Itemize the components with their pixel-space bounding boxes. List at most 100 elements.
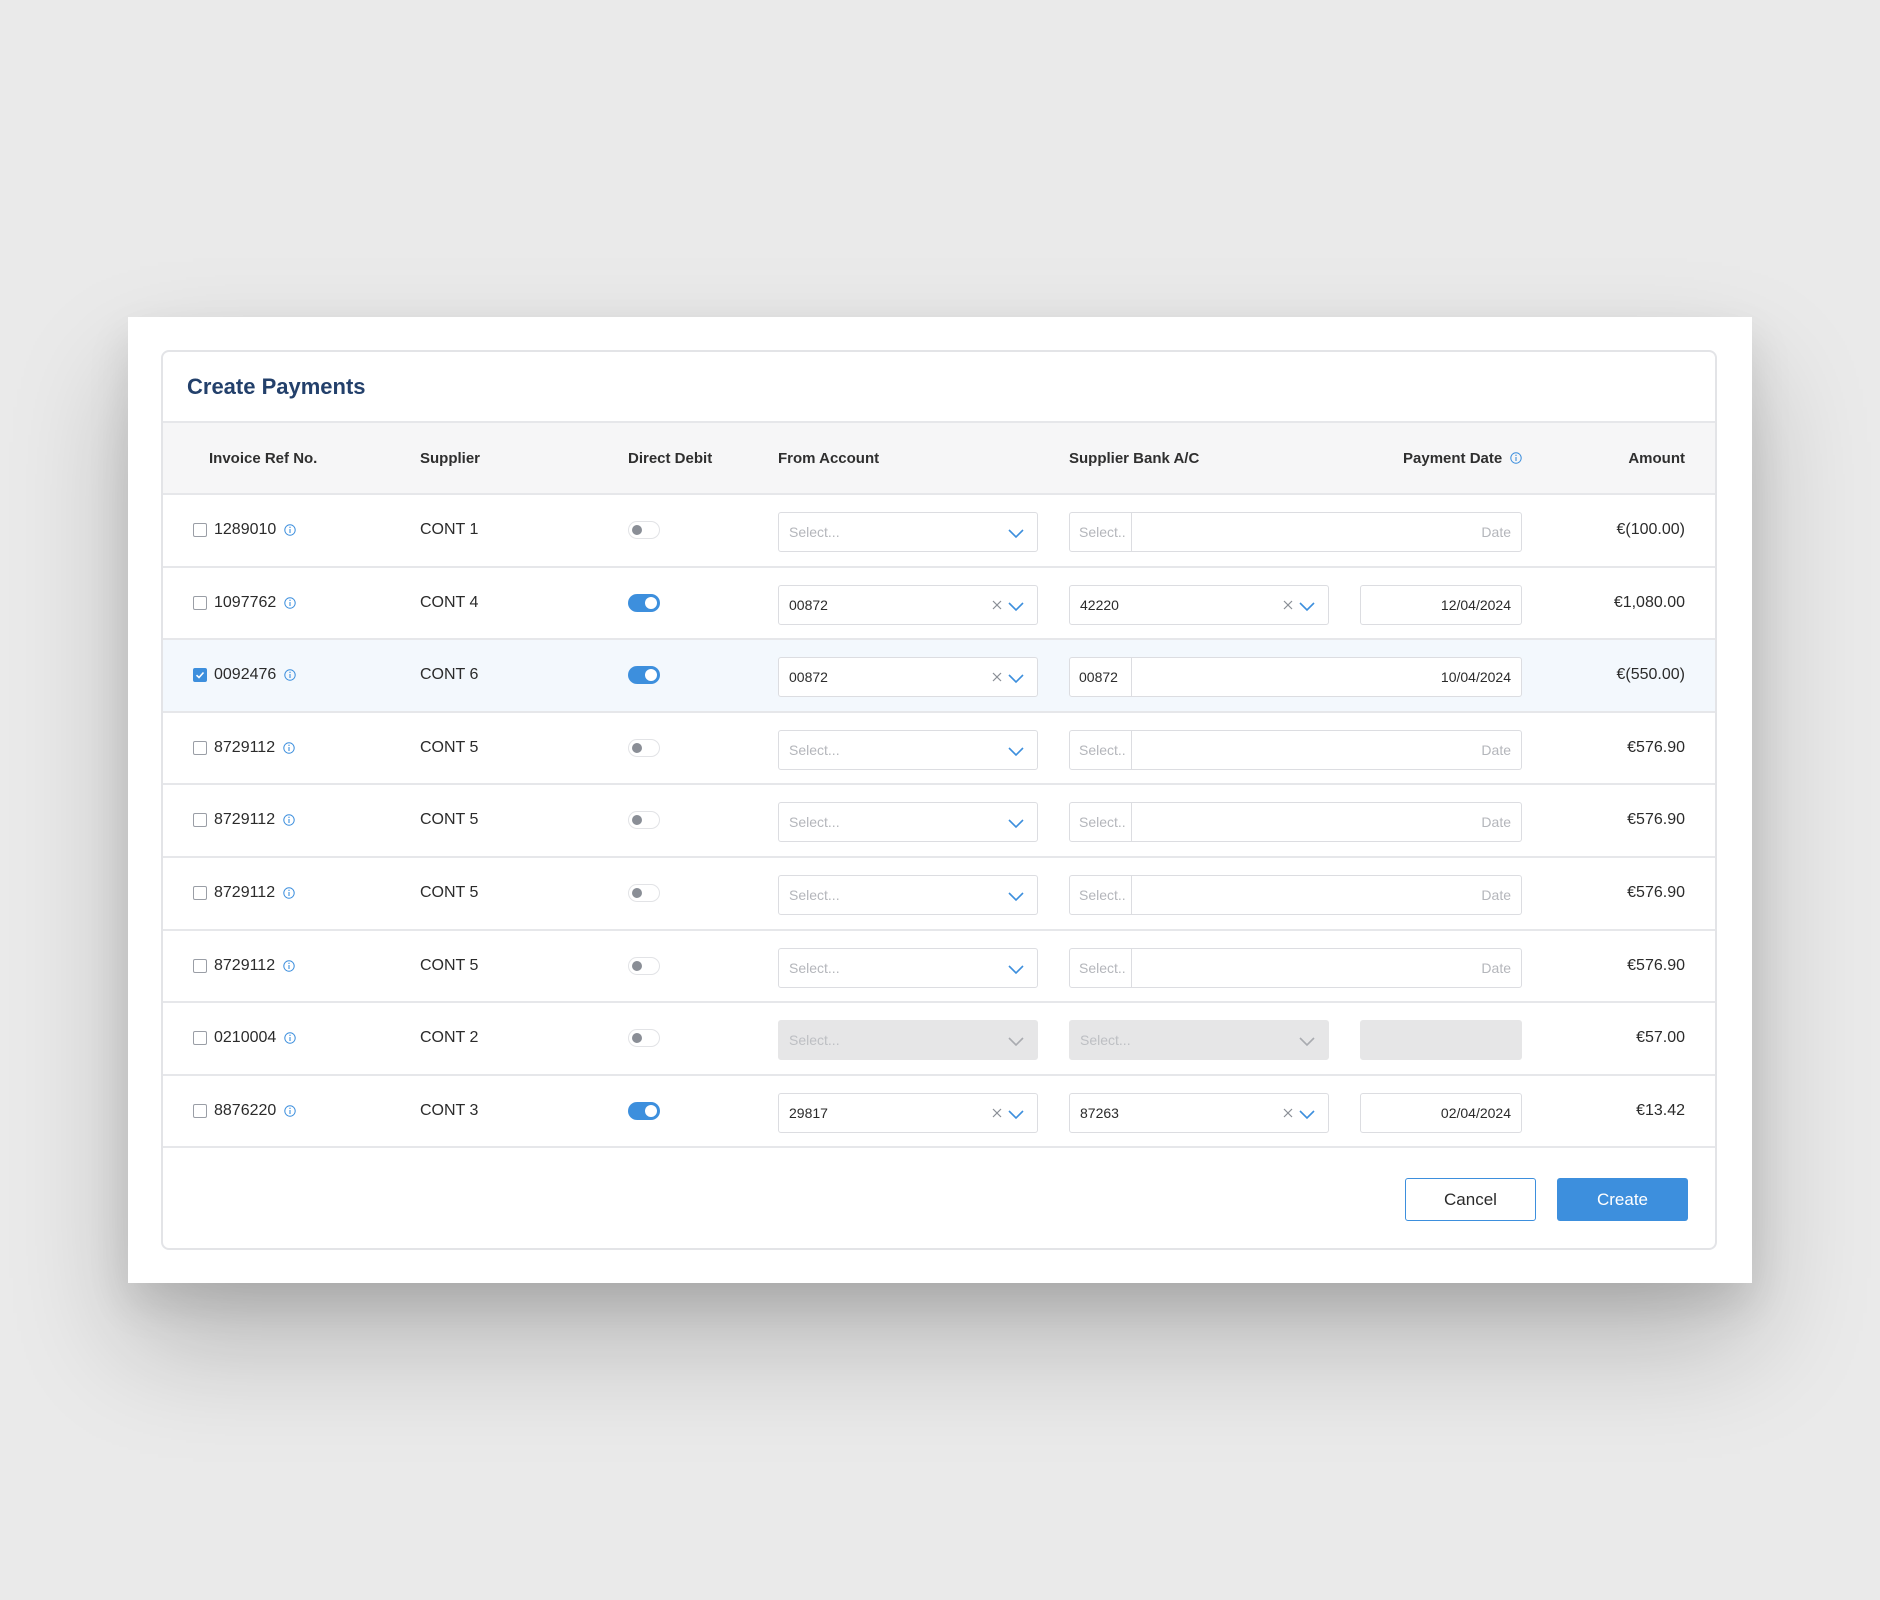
direct-debit-toggle[interactable]	[628, 593, 660, 612]
info-circle-icon[interactable]	[283, 959, 295, 972]
supplier-name: CONT 5	[420, 811, 479, 829]
info-circle-icon[interactable]	[284, 1032, 296, 1044]
supplier-name: CONT 3	[420, 1101, 479, 1119]
supplier-bank-select[interactable]: Select..	[1070, 730, 1132, 769]
chevron-down-icon[interactable]	[1007, 744, 1025, 756]
from-account-select[interactable]: 00872	[778, 657, 1038, 698]
table-body: 1289010 CONT 1 Select... Select.. Date €(100.…	[163, 495, 1715, 1149]
payment-date-input[interactable]: Date	[1132, 731, 1521, 769]
supplier-bank-select[interactable]: Select..	[1070, 948, 1132, 987]
direct-debit-toggle[interactable]	[628, 521, 660, 539]
from-account-value: 00872	[789, 596, 828, 613]
payment-date-input[interactable]: Date	[1132, 803, 1521, 841]
row-checkbox[interactable]	[193, 740, 207, 755]
chevron-down-icon[interactable]	[1007, 816, 1025, 829]
chevron-down-icon[interactable]	[1298, 599, 1316, 611]
direct-debit-cell	[628, 495, 660, 565]
from-account-select[interactable]: Select...	[778, 874, 1038, 915]
row-checkbox[interactable]	[193, 1103, 207, 1118]
chevron-down-icon[interactable]	[1298, 1107, 1316, 1119]
amount-value: €(100.00)	[1616, 521, 1686, 538]
chevron-down-icon[interactable]	[1007, 671, 1025, 684]
table-row: 8729112 CONT 5 Select... Select.. Date €576.9…	[163, 713, 1715, 786]
payment-date-input[interactable]: Date	[1132, 949, 1521, 987]
info-circle-icon[interactable]	[283, 814, 295, 827]
payment-date-input[interactable]: 12/04/2024	[1360, 584, 1522, 625]
toggle-knob	[632, 960, 642, 971]
row-checkbox[interactable]	[193, 813, 207, 828]
col-invoice-ref: Invoice Ref No.	[209, 449, 318, 467]
from-account-placeholder: Select...	[789, 741, 840, 758]
supplier-bank-select[interactable]: 42220	[1069, 584, 1329, 625]
toggle-knob	[645, 1104, 657, 1117]
supplier-name: CONT 6	[420, 666, 479, 684]
invoice-ref-cell: 0210004	[193, 1003, 296, 1073]
payment-date-input	[1360, 1020, 1522, 1061]
info-circle-icon[interactable]	[283, 742, 295, 754]
direct-debit-toggle[interactable]	[628, 883, 660, 902]
col-supplier-bank: Supplier Bank A/C	[1069, 449, 1200, 467]
close-icon[interactable]	[1282, 1107, 1294, 1119]
supplier-bank-value: 87263	[1080, 1104, 1119, 1121]
bank-date-field: 00872 10/04/2024	[1069, 657, 1522, 698]
info-circle-icon[interactable]	[283, 887, 295, 899]
payment-date-input[interactable]: Date	[1132, 513, 1521, 551]
table-row: 1289010 CONT 1 Select... Select.. Date €(100.…	[163, 495, 1715, 568]
row-checkbox[interactable]	[193, 595, 207, 610]
amount-value: €13.42	[1636, 1101, 1685, 1119]
payment-date-input[interactable]: 10/04/2024	[1132, 658, 1521, 696]
direct-debit-cell	[628, 858, 660, 928]
chevron-down-icon[interactable]	[1007, 599, 1025, 611]
invoice-ref: 8729112	[214, 738, 276, 756]
toggle-knob	[632, 887, 642, 898]
close-icon[interactable]	[1282, 599, 1294, 611]
supplier-name: CONT 5	[420, 956, 479, 974]
chevron-down-icon[interactable]	[1007, 962, 1025, 974]
chevron-down-icon[interactable]	[1007, 889, 1025, 902]
from-account-select[interactable]: 29817	[778, 1092, 1038, 1133]
supplier-bank-select[interactable]: Select..	[1070, 513, 1132, 551]
chevron-down-icon[interactable]	[1007, 526, 1025, 539]
col-amount: Amount	[1628, 449, 1685, 467]
row-checkbox[interactable]	[193, 885, 207, 900]
supplier-bank-select[interactable]: Select..	[1070, 803, 1132, 842]
chevron-down-icon[interactable]	[1007, 1107, 1025, 1119]
supplier-bank-select[interactable]: 00872	[1070, 658, 1132, 697]
direct-debit-toggle[interactable]	[628, 811, 660, 830]
from-account-select[interactable]: Select...	[778, 512, 1038, 552]
create-button[interactable]: Create	[1557, 1178, 1688, 1222]
direct-debit-toggle[interactable]	[628, 956, 660, 975]
check-icon	[195, 670, 205, 680]
info-circle-icon[interactable]	[284, 524, 296, 536]
from-account-select[interactable]: Select...	[778, 729, 1038, 770]
close-icon[interactable]	[991, 671, 1003, 683]
bank-date-field: Select.. Date	[1069, 947, 1522, 988]
row-checkbox[interactable]	[193, 523, 207, 537]
row-checkbox[interactable]	[193, 958, 207, 973]
direct-debit-toggle[interactable]	[628, 738, 660, 757]
bank-date-field: Select.. Date	[1069, 729, 1522, 770]
direct-debit-toggle[interactable]	[628, 1101, 660, 1120]
row-checkbox[interactable]	[193, 1031, 207, 1046]
cancel-button[interactable]: Cancel	[1405, 1178, 1536, 1222]
chevron-down-icon	[1007, 1034, 1025, 1047]
info-circle-icon[interactable]	[284, 596, 296, 609]
direct-debit-toggle[interactable]	[628, 666, 660, 685]
supplier-bank-select[interactable]: Select..	[1070, 875, 1132, 914]
payment-date-input[interactable]: Date	[1132, 876, 1521, 914]
row-checkbox[interactable]	[193, 668, 207, 683]
direct-debit-toggle[interactable]	[628, 1029, 660, 1048]
invoice-ref-cell: 8729112	[193, 785, 295, 855]
info-circle-icon[interactable]	[284, 1105, 296, 1117]
direct-debit-cell	[628, 1076, 660, 1146]
from-account-select[interactable]: Select...	[778, 947, 1038, 988]
supplier-bank-select[interactable]: 87263	[1069, 1092, 1329, 1133]
close-icon[interactable]	[991, 599, 1003, 611]
info-circle-icon[interactable]	[284, 669, 296, 681]
from-account-select[interactable]: Select...	[778, 802, 1038, 843]
supplier-name: CONT 2	[420, 1029, 479, 1047]
close-icon[interactable]	[991, 1107, 1003, 1119]
payment-date-input[interactable]: 02/04/2024	[1360, 1092, 1522, 1133]
info-circle-icon[interactable]	[1510, 452, 1522, 464]
from-account-select[interactable]: 00872	[778, 584, 1038, 625]
